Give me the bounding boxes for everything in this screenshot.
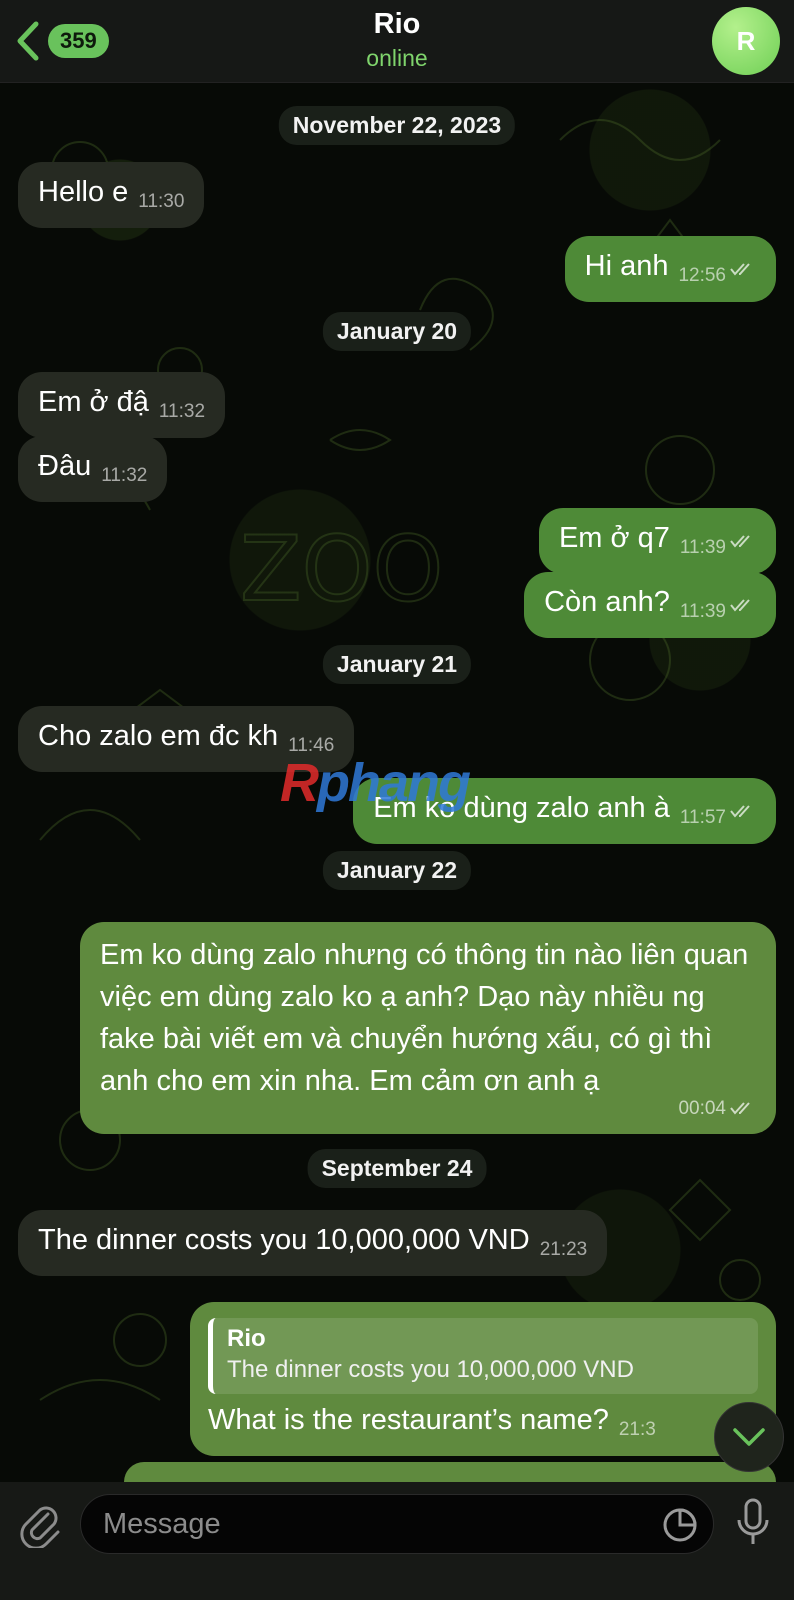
date-separator: January 22 — [322, 851, 472, 890]
message-time: 11:57 — [679, 807, 726, 828]
message-time: 21:3 — [618, 1419, 656, 1440]
double-check-icon — [730, 1102, 750, 1115]
svg-text:ZOO: ZOO — [240, 517, 443, 622]
message-time: 11:39 — [679, 537, 726, 558]
message-text: The dinner costs you 10,000,000 VND — [38, 1224, 530, 1256]
message-outgoing[interactable]: Còn anh? 11:39 — [524, 572, 776, 638]
avatar-initial: R — [736, 25, 756, 56]
date-separator: November 22, 2023 — [278, 106, 516, 145]
message-incoming[interactable]: Hello e 11:30 — [18, 162, 205, 228]
message-input[interactable] — [80, 1494, 714, 1554]
message-text: Đâu — [38, 450, 92, 482]
chat-header: 359 Rio online R — [0, 0, 794, 83]
double-check-icon — [730, 805, 750, 818]
message-time: 12:56 — [678, 265, 726, 286]
message-text: Còn anh? — [544, 586, 670, 618]
chevron-down-icon — [733, 1428, 765, 1446]
scroll-to-bottom-button[interactable] — [714, 1402, 784, 1472]
message-text: Em ở q7 — [558, 522, 670, 554]
date-separator: January 20 — [322, 312, 472, 351]
message-time: 00:04 — [678, 1098, 726, 1119]
watermark-text: R — [280, 753, 319, 813]
watermark-logo: Rphang — [280, 752, 471, 814]
chat-title[interactable]: Rio online — [0, 8, 794, 72]
message-outgoing[interactable]: Em ở q7 11:39 — [538, 508, 776, 574]
sticker-icon[interactable] — [662, 1507, 698, 1543]
message-incoming[interactable]: Em ở đậ 11:32 — [18, 372, 226, 438]
double-check-icon — [730, 535, 750, 548]
date-separator: January 21 — [322, 645, 472, 684]
paperclip-icon[interactable] — [18, 1500, 62, 1548]
reply-quote[interactable]: Rio The dinner costs you 10,000,000 VND — [208, 1318, 758, 1394]
message-incoming[interactable]: The dinner costs you 10,000,000 VND 21:23 — [18, 1210, 608, 1276]
message-outgoing[interactable]: Hi anh 12:56 — [564, 236, 776, 302]
message-text: What is the restaurant’s name? — [208, 1404, 609, 1436]
message-composer — [0, 1482, 794, 1600]
message-outgoing-reply[interactable]: Rio The dinner costs you 10,000,000 VND … — [190, 1302, 776, 1456]
message-text: Hi anh — [584, 250, 669, 282]
date-separator: September 24 — [307, 1149, 487, 1188]
message-text: Hello e — [38, 176, 129, 208]
double-check-icon — [730, 599, 750, 612]
avatar[interactable]: R — [712, 7, 780, 75]
message-time: 11:39 — [679, 601, 726, 622]
message-time: 11:32 — [101, 465, 148, 486]
microphone-icon[interactable] — [736, 1498, 770, 1548]
message-time: 11:32 — [158, 401, 206, 422]
message-text: Em ko dùng zalo nhưng có thông tin nào l… — [100, 939, 749, 1097]
message-incoming[interactable]: Đâu 11:32 — [18, 436, 168, 502]
reply-author: Rio — [227, 1325, 266, 1352]
message-time: 21:23 — [539, 1239, 588, 1260]
message-time: 11:30 — [138, 191, 185, 212]
chat-status: online — [366, 45, 428, 71]
chat-name: Rio — [373, 8, 421, 40]
message-outgoing[interactable]: Em ko dùng zalo nhưng có thông tin nào l… — [80, 922, 776, 1134]
double-check-icon — [730, 263, 750, 276]
message-text: Em ở đậ — [38, 386, 149, 418]
watermark-text: phang — [317, 753, 471, 813]
message-text: Cho zalo em đc kh — [38, 720, 279, 752]
reply-text: The dinner costs you 10,000,000 VND — [227, 1356, 634, 1383]
